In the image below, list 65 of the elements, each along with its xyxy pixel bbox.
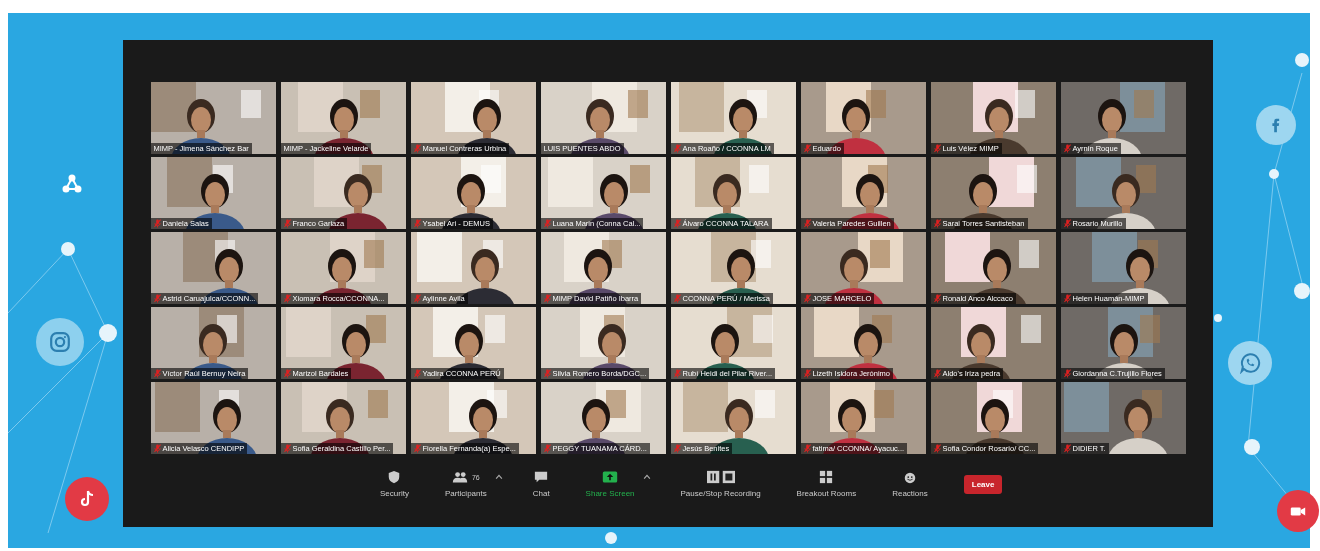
share-screen-icon bbox=[602, 470, 619, 484]
muted-mic-icon bbox=[803, 144, 811, 153]
network-dot bbox=[61, 242, 75, 256]
muted-mic-icon bbox=[1063, 294, 1071, 303]
instagram-icon[interactable] bbox=[36, 318, 84, 366]
muted-mic-icon bbox=[413, 294, 421, 303]
muted-mic-icon bbox=[933, 369, 941, 378]
muted-mic-icon bbox=[283, 369, 291, 378]
muted-mic-icon bbox=[283, 219, 291, 228]
muted-mic-icon bbox=[413, 369, 421, 378]
muted-mic-icon bbox=[933, 444, 941, 453]
network-dot bbox=[1244, 439, 1260, 455]
muted-mic-icon bbox=[153, 294, 161, 303]
muted-mic-icon bbox=[933, 144, 941, 153]
muted-mic-icon bbox=[673, 144, 681, 153]
muted-mic-icon bbox=[1063, 144, 1071, 153]
chat-icon bbox=[533, 470, 550, 484]
muted-mic-icon bbox=[283, 444, 291, 453]
muted-mic-icon bbox=[283, 294, 291, 303]
pause-stop-icon bbox=[705, 470, 736, 484]
muted-mic-icon bbox=[1063, 369, 1071, 378]
chat-button[interactable]: Chat bbox=[532, 470, 550, 498]
breakout-button[interactable]: Breakout Rooms bbox=[796, 470, 857, 498]
muted-mic-icon bbox=[413, 144, 421, 153]
muted-mic-icon bbox=[673, 444, 681, 453]
share-button[interactable]: Share Screen bbox=[585, 470, 635, 498]
muted-mic-icon bbox=[803, 294, 811, 303]
caret-icon[interactable] bbox=[494, 474, 503, 480]
muted-mic-icon bbox=[413, 444, 421, 453]
tiktok-icon[interactable] bbox=[65, 477, 109, 521]
video-camera-icon[interactable] bbox=[1277, 490, 1319, 532]
muted-mic-icon bbox=[673, 369, 681, 378]
muted-mic-icon bbox=[153, 369, 161, 378]
facebook-icon[interactable] bbox=[1256, 105, 1296, 145]
caret-icon[interactable] bbox=[642, 474, 651, 480]
muted-mic-icon bbox=[803, 444, 811, 453]
muted-mic-icon bbox=[543, 369, 551, 378]
muted-mic-icon bbox=[413, 219, 421, 228]
muted-mic-icon bbox=[543, 294, 551, 303]
muted-mic-icon bbox=[543, 444, 551, 453]
muted-mic-icon bbox=[1063, 219, 1071, 228]
leave-button[interactable]: Leave bbox=[963, 474, 1003, 494]
muted-mic-icon bbox=[153, 219, 161, 228]
muted-mic-icon bbox=[673, 219, 681, 228]
network-dot bbox=[1295, 53, 1309, 67]
muted-mic-icon bbox=[673, 294, 681, 303]
record-button[interactable]: Pause/Stop Recording bbox=[680, 470, 761, 498]
muted-mic-icon bbox=[803, 219, 811, 228]
muted-mic-icon bbox=[933, 294, 941, 303]
muted-mic-icon bbox=[1063, 444, 1071, 453]
whatsapp-icon[interactable] bbox=[1228, 341, 1272, 385]
network-dot bbox=[1294, 283, 1310, 299]
muted-mic-icon bbox=[543, 219, 551, 228]
muted-mic-icon bbox=[803, 369, 811, 378]
muted-mic-icon bbox=[153, 444, 161, 453]
grid-icon bbox=[818, 470, 835, 484]
muted-mic-icon bbox=[933, 219, 941, 228]
share-icon bbox=[62, 174, 82, 194]
network-dot bbox=[1269, 169, 1279, 179]
network-dot bbox=[1214, 314, 1222, 322]
people-icon bbox=[451, 470, 468, 484]
network-dot bbox=[99, 324, 117, 342]
reactions-button[interactable]: Reactions bbox=[892, 470, 928, 498]
network-dot bbox=[605, 532, 617, 544]
security-button[interactable]: Security bbox=[380, 470, 409, 498]
